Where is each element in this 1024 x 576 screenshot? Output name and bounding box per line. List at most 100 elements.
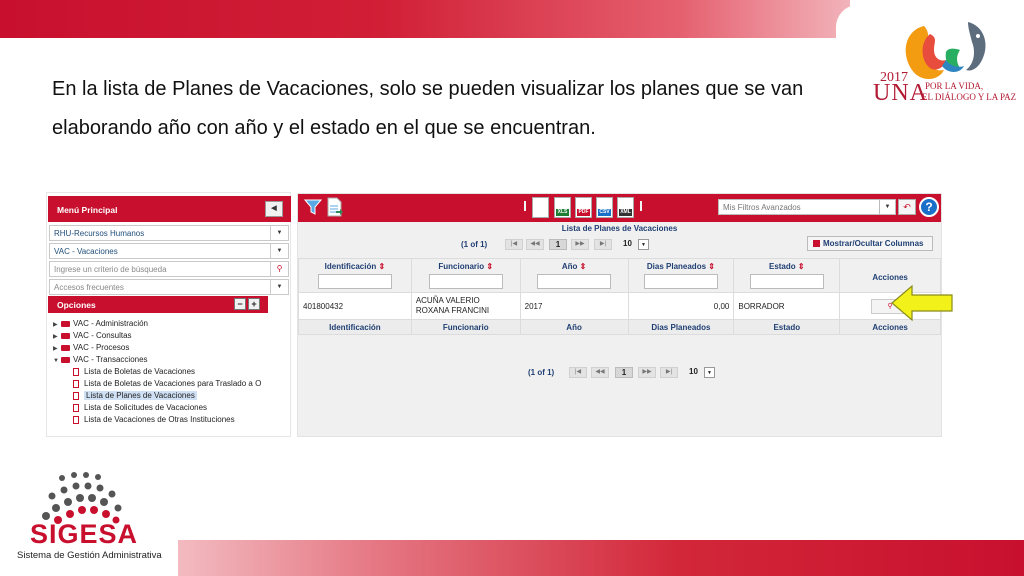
xls-export-icon[interactable]: XLS — [554, 197, 571, 218]
chevron-down-icon: ▼ — [270, 244, 288, 258]
tree-node-administracion[interactable]: ▶ VAC - Administración — [53, 318, 293, 330]
table-header-row: Identificación ⇕ Funcionario ⇕ Año ⇕ Dia… — [298, 258, 941, 293]
advanced-filters-select[interactable]: Mis Filtros Avanzados ▼ — [718, 199, 896, 215]
main-menu-title: Menú Principal — [57, 205, 118, 215]
pdf-export-icon[interactable]: PDF — [575, 197, 592, 218]
table-row[interactable]: 401800432 ACUÑA VALERIO ROXANA FRANCINI … — [298, 292, 941, 320]
document-add-icon[interactable] — [326, 197, 344, 217]
slide: En la lista de Planes de Vacaciones, sol… — [0, 0, 1024, 576]
current-page-button[interactable]: 1 — [549, 239, 567, 250]
prev-page-icon[interactable]: ◀◀ — [591, 367, 609, 378]
estado-filter-input[interactable] — [749, 274, 824, 289]
tree-leaf-label: Lista de Boletas de Vacaciones — [84, 367, 196, 376]
toggle-columns-button[interactable]: Mostrar/Ocultar Columnas — [807, 236, 933, 251]
tree-leaf-planes[interactable]: Lista de Planes de Vacaciones — [53, 390, 293, 402]
module-select[interactable]: RHU-Recursos Humanos ▼ — [49, 225, 289, 241]
current-page-button[interactable]: 1 — [615, 367, 633, 378]
chevron-left-icon[interactable]: ◀ — [265, 201, 283, 217]
xml-label: XML — [619, 209, 632, 216]
main-menu-panel: Menú Principal ◀ RHU-Recursos Humanos ▼ … — [46, 192, 291, 437]
csv-label: CSV — [598, 209, 611, 216]
bottom-pager: (1 of 1) |◀ ◀◀ 1 ▶▶ ▶| 10 ▼ — [298, 366, 798, 380]
tree-leaf-label: Lista de Boletas de Vacaciones para Tras… — [84, 379, 262, 388]
funcionario-line1: ACUÑA VALERIO — [415, 296, 480, 305]
una-motto-line1: POR LA VIDA, — [925, 81, 984, 91]
tree-leaf-boletas[interactable]: Lista de Boletas de Vacaciones — [53, 366, 293, 378]
first-page-icon[interactable]: |◀ — [505, 239, 523, 250]
sigesa-subtitle: Sistema de Gestión Administrativa — [17, 550, 162, 561]
submodule-select-value: VAC - Vacaciones — [54, 247, 118, 256]
tree-leaf-solicitudes[interactable]: Lista de Solicitudes de Vacaciones — [53, 402, 293, 414]
options-title: Opciones — [57, 300, 96, 310]
footer-label: Funcionario — [410, 319, 521, 335]
sort-icon[interactable]: ⇕ — [708, 262, 715, 271]
expand-all-button[interactable]: + — [248, 298, 260, 310]
identificacion-filter-input[interactable] — [317, 274, 392, 289]
frequent-access-select[interactable]: Accesos frecuentes ▼ — [49, 279, 289, 295]
funcionario-line2: ROXANA FRANCINI — [415, 306, 490, 315]
column-header-funcionario[interactable]: Funcionario ⇕ — [410, 258, 521, 293]
tree-leaf-label: Lista de Planes de Vacaciones — [84, 391, 197, 400]
column-header-dias[interactable]: Dias Planeados ⇕ — [627, 258, 735, 293]
anio-filter-input[interactable] — [537, 274, 612, 289]
page-icon — [73, 403, 79, 412]
cell-estado: BORRADOR — [733, 292, 841, 320]
tree-node-transacciones[interactable]: ▼ VAC - Transacciones — [53, 354, 293, 366]
tree-node-procesos[interactable]: ▶ VAC - Procesos — [53, 342, 293, 354]
folder-icon — [61, 320, 70, 327]
footer-label: Estado — [733, 319, 841, 335]
folder-icon — [61, 344, 70, 351]
tree-leaf-boletas-traslado[interactable]: Lista de Boletas de Vacaciones para Tras… — [53, 378, 293, 390]
pager-count: (1 of 1) — [528, 368, 555, 377]
submodule-select[interactable]: VAC - Vacaciones ▼ — [49, 243, 289, 259]
bottom-decor-bar — [160, 540, 1024, 576]
tree-node-label: VAC - Procesos — [73, 343, 130, 352]
tree-node-consultas[interactable]: ▶ VAC - Consultas — [53, 330, 293, 342]
next-page-icon[interactable]: ▶▶ — [638, 367, 656, 378]
xml-export-icon[interactable]: XML — [617, 197, 634, 218]
undo-icon[interactable]: ↶ — [898, 199, 916, 215]
rows-per-page-select[interactable]: 10 ▼ — [689, 367, 715, 379]
sort-icon[interactable]: ⇕ — [798, 262, 805, 271]
next-page-icon[interactable]: ▶▶ — [571, 239, 589, 250]
page-icon — [73, 367, 79, 376]
options-header: Opciones − + — [48, 296, 268, 313]
chevron-down-icon: ▼ — [270, 226, 288, 240]
last-page-icon[interactable]: ▶| — [594, 239, 612, 250]
menu-search-placeholder: Ingrese un criterio de búsqueda — [54, 265, 167, 274]
first-page-icon[interactable]: |◀ — [569, 367, 587, 378]
sort-icon[interactable]: ⇕ — [378, 262, 385, 271]
cell-dias: 0,00 — [627, 292, 735, 320]
grid-area: Lista de Planes de Vacaciones (1 of 1) |… — [298, 222, 941, 436]
menu-search-input[interactable]: Ingrese un criterio de búsqueda ⚲ — [49, 261, 289, 277]
rows-per-page-select[interactable]: 10 ▼ — [623, 239, 649, 251]
last-page-icon[interactable]: ▶| — [660, 367, 678, 378]
chevron-down-icon: ▼ — [879, 200, 895, 214]
csv-export-icon[interactable]: CSV — [596, 197, 613, 218]
collapse-all-button[interactable]: − — [234, 298, 246, 310]
blank-document-icon[interactable] — [532, 197, 549, 218]
tree-leaf-otras-instituciones[interactable]: Lista de Vacaciones de Otras Institucion… — [53, 414, 293, 426]
column-header-estado[interactable]: Estado ⇕ — [733, 258, 841, 293]
sort-icon[interactable]: ⇕ — [580, 262, 587, 271]
options-tree: ▶ VAC - Administración ▶ VAC - Consultas ▶… — [53, 318, 293, 426]
search-icon[interactable]: ⚲ — [270, 262, 288, 276]
prev-page-icon[interactable]: ◀◀ — [526, 239, 544, 250]
dias-filter-input[interactable] — [643, 274, 718, 289]
filter-icon[interactable] — [304, 198, 322, 216]
chevron-down-icon: ▼ — [638, 239, 649, 250]
sigesa-name: SIGESA — [30, 519, 139, 549]
column-header-anio[interactable]: Año ⇕ — [519, 258, 629, 293]
main-menu-header: Menú Principal ◀ — [48, 196, 291, 222]
help-button[interactable]: ? — [919, 197, 939, 217]
column-header-identificacion[interactable]: Identificación ⇕ — [298, 258, 412, 293]
page-icon — [73, 379, 79, 388]
funcionario-filter-input[interactable] — [428, 274, 503, 289]
pdf-label: PDF — [577, 209, 590, 216]
columns-icon — [813, 240, 820, 248]
yellow-arrow-icon — [891, 284, 953, 322]
frequent-access-placeholder: Accesos frecuentes — [54, 283, 124, 292]
top-pager: (1 of 1) |◀ ◀◀ 1 ▶▶ ▶| 10 ▼ — [298, 238, 798, 252]
column-label: Acciones — [872, 272, 908, 282]
sort-icon[interactable]: ⇕ — [486, 262, 493, 271]
